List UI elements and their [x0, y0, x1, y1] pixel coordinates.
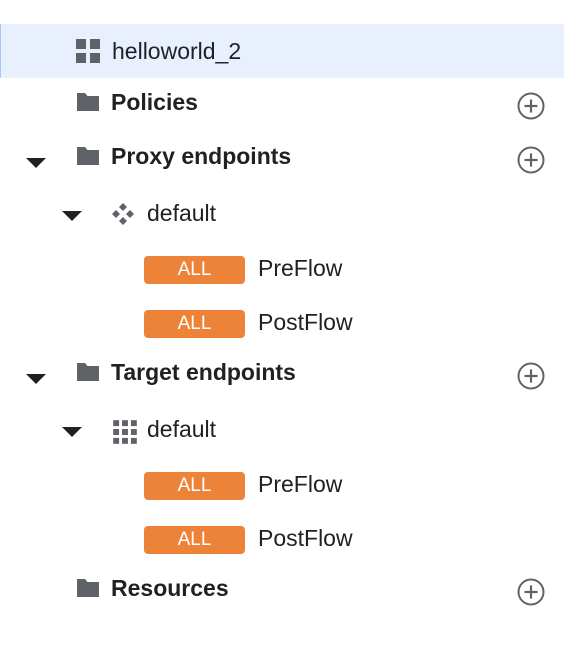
tree-item-target-endpoints[interactable]: Target endpoints [0, 348, 564, 402]
add-proxy-endpoint-button[interactable] [516, 145, 546, 175]
folder-icon [77, 579, 99, 597]
tree-item-target-postflow[interactable]: ALL PostFlow [0, 511, 564, 565]
tree-item-label: PostFlow [258, 525, 353, 551]
folder-icon [77, 363, 99, 381]
target-grid-icon [113, 420, 137, 444]
collapse-caret-icon[interactable] [26, 158, 46, 168]
method-badge: ALL [144, 526, 245, 554]
folder-icon [77, 93, 99, 111]
tree-item-label: PostFlow [258, 309, 353, 335]
add-target-endpoint-button[interactable] [516, 361, 546, 391]
method-badge: ALL [144, 256, 245, 284]
tree-item-proxy-postflow[interactable]: ALL PostFlow [0, 295, 564, 349]
tree-item-root[interactable]: helloworld_2 [0, 24, 564, 78]
tree-item-label: PreFlow [258, 471, 343, 497]
add-resource-button[interactable] [516, 577, 546, 607]
apps-grid-icon [76, 39, 100, 63]
tree-item-proxy-endpoints[interactable]: Proxy endpoints [0, 132, 564, 186]
tree-item-resources[interactable]: Resources [0, 564, 564, 618]
tree-item-label: Target endpoints [111, 359, 296, 385]
method-badge: ALL [144, 310, 245, 338]
tree-item-label: Resources [111, 575, 229, 601]
folder-icon [77, 147, 99, 165]
tree-item-target-preflow[interactable]: ALL PreFlow [0, 457, 564, 511]
method-badge: ALL [144, 472, 245, 500]
tree-item-label: Proxy endpoints [111, 143, 292, 169]
collapse-caret-icon[interactable] [62, 211, 82, 221]
tree-item-label: helloworld_2 [112, 38, 242, 64]
collapse-caret-icon[interactable] [62, 427, 82, 437]
tree-item-label: default [147, 200, 217, 226]
tree-item-proxy-default[interactable]: default [0, 187, 564, 241]
tree-item-label: Policies [111, 89, 198, 115]
collapse-caret-icon[interactable] [26, 374, 46, 384]
tree-item-policies[interactable]: Policies [0, 78, 564, 132]
tree-item-label: PreFlow [258, 255, 343, 281]
add-policy-button[interactable] [516, 91, 546, 121]
tree-item-proxy-preflow[interactable]: ALL PreFlow [0, 241, 564, 295]
proxy-navigator-tree: helloworld_2 Policies Proxy endpoints de… [0, 0, 564, 654]
tree-item-target-default[interactable]: default [0, 403, 564, 457]
proxy-diamond-icon [112, 203, 134, 225]
tree-item-label: default [147, 416, 217, 442]
